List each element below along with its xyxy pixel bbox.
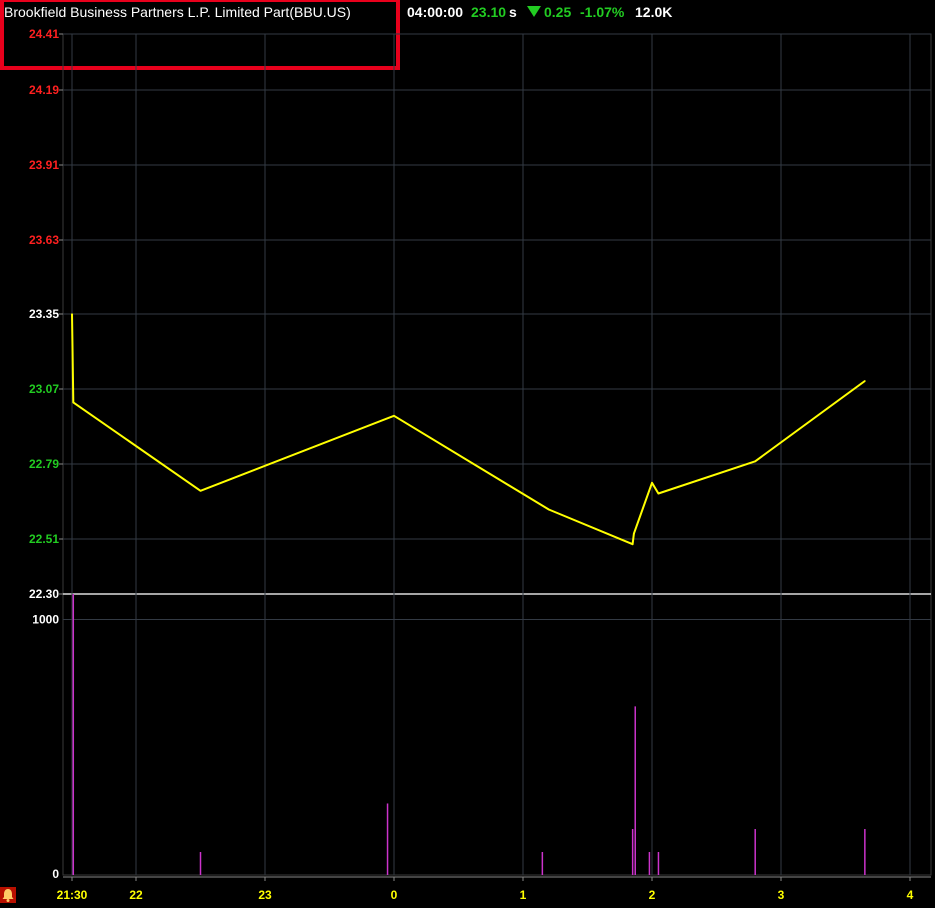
time-tick-label: 4 <box>907 888 914 902</box>
time-tick-label: 2 <box>649 888 656 902</box>
price-point <box>754 460 756 463</box>
time-tick-label: 23 <box>258 888 272 902</box>
price-tick-label: 24.41 <box>29 27 59 41</box>
time-tick-label: 3 <box>778 888 785 902</box>
intraday-chart: 24.41 24.19 23.91 23.63 23.35 23.07 22.79 22.51… <box>29 27 932 902</box>
price-tick-label: 22.79 <box>29 457 59 471</box>
price-point <box>633 532 635 535</box>
price-tick-label: 22.30 <box>29 587 59 601</box>
price-point <box>651 481 653 484</box>
time-tick-label: 22 <box>129 888 143 902</box>
price-tick-label: 23.91 <box>29 158 59 172</box>
price-point <box>71 313 73 315</box>
price-point <box>657 492 660 495</box>
price-point <box>548 508 550 511</box>
price-tick-label: 23.35 <box>29 307 59 321</box>
volume-tick-label: 0 <box>52 867 59 881</box>
time-tick-label: 21:30 <box>57 888 88 902</box>
price-tick-label: 23.63 <box>29 233 59 247</box>
price-point <box>631 543 634 546</box>
price-tick-label: 24.19 <box>29 83 59 97</box>
price-tick-label: 23.07 <box>29 382 59 396</box>
time-tick-label: 1 <box>520 888 527 902</box>
volume-tick-label: 1000 <box>32 613 59 627</box>
price-point <box>72 401 75 404</box>
price-point <box>864 380 866 382</box>
price-tick-label: 22.51 <box>29 532 59 546</box>
time-tick-label: 0 <box>391 888 398 902</box>
chart-frame <box>62 33 932 876</box>
price-line <box>71 313 866 546</box>
price-point <box>199 489 202 492</box>
price-point <box>393 414 395 417</box>
bell-alarm-icon[interactable] <box>0 887 16 903</box>
